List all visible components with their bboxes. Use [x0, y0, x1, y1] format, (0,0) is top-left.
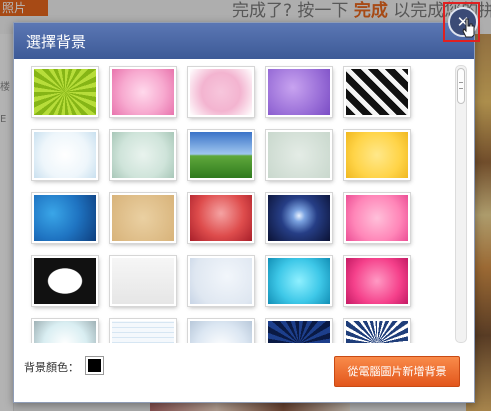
background-thumbnail-night-heart[interactable]: [266, 193, 332, 243]
background-thumbnail-blue-rays[interactable]: [32, 193, 98, 243]
background-thumbnail-aqua-glow[interactable]: [266, 256, 332, 306]
background-thumbnail-pink-gradient[interactable]: [110, 67, 176, 117]
background-thumbnail-black-white-stripes[interactable]: [344, 67, 410, 117]
background-thumbnail-pink-stars[interactable]: [344, 193, 410, 243]
background-thumbnail-navy-sunburst[interactable]: [344, 319, 410, 343]
background-thumbnail-white-paper[interactable]: [110, 256, 176, 306]
background-thumbnail-grass-sky[interactable]: [188, 130, 254, 180]
background-thumbnail-blue-lines[interactable]: [110, 319, 176, 343]
scrollbar-thumb[interactable]: [457, 68, 465, 104]
background-grid: [22, 65, 454, 343]
dialog-title: 選擇背景: [26, 33, 87, 51]
hand-cursor-icon: [462, 18, 475, 38]
background-thumbnail-purple-glitter[interactable]: [266, 67, 332, 117]
background-thumbnail-tan-burlap[interactable]: [110, 193, 176, 243]
dialog-header: 選擇背景: [14, 23, 474, 59]
background-thumbnail-grunge-frame[interactable]: [32, 319, 98, 343]
background-color-label: 背景顏色：: [24, 361, 79, 374]
background-thumbnail-blue-white-floral[interactable]: [188, 256, 254, 306]
select-background-dialog: 選擇背景 背景顏色： 從電腦圖片新增背景: [13, 22, 475, 403]
add-background-from-computer-button[interactable]: 從電腦圖片新增背景: [334, 356, 460, 387]
background-thumbnail-green-sunburst[interactable]: [32, 67, 98, 117]
background-thumbnail-dark-blue-burst[interactable]: [266, 319, 332, 343]
background-thumbnail-sage-paper[interactable]: [266, 130, 332, 180]
background-color-swatch[interactable]: [86, 357, 103, 374]
background-thumbnail-snow-blue[interactable]: [188, 319, 254, 343]
background-thumbnail-white-frost[interactable]: [32, 130, 98, 180]
scrollbar-grip-icon: [459, 82, 463, 89]
grid-scrollbar[interactable]: [455, 65, 467, 343]
background-thumbnail-red-spotlight[interactable]: [188, 193, 254, 243]
background-thumbnail-yellow-glow[interactable]: [344, 130, 410, 180]
background-thumbnail-zebra-frame[interactable]: [32, 256, 98, 306]
background-thumbnail-hot-pink-glow[interactable]: [344, 256, 410, 306]
background-thumbnail-mint-vignette[interactable]: [110, 130, 176, 180]
background-thumbnail-pink-lace[interactable]: [188, 67, 254, 117]
